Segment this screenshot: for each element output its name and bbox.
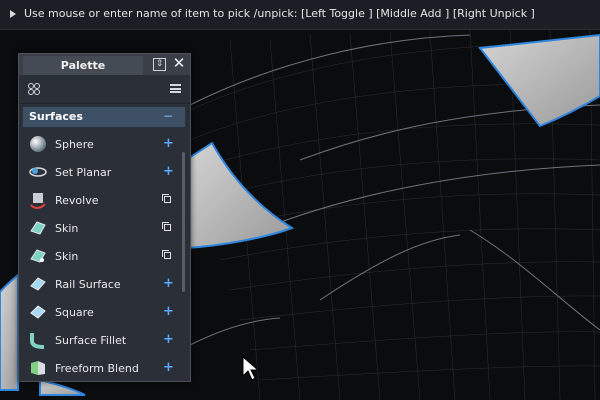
add-icon[interactable]: + [163,360,174,375]
tool-sphere[interactable]: Sphere + [23,131,179,159]
tool-label: Skin [55,250,79,263]
palette-toolbar [19,75,190,104]
picked-surface-hood[interactable] [0,272,19,391]
add-icon[interactable]: + [163,276,174,291]
command-prompt-bar: Use mouse or enter name of item to pick … [0,0,600,30]
tool-label: Revolve [55,194,99,207]
tab-palette[interactable]: Palette [23,56,143,75]
freeform-blend-icon [31,361,45,375]
sphere-icon [30,136,46,152]
tool-label: Set Planar [55,166,112,179]
rail-surface-icon [30,277,46,291]
tool-freeform-blend[interactable]: Freeform Blend + [23,355,179,381]
palette-titlebar[interactable]: Palette ⇕ ✕ [19,54,190,75]
palette-panel: Palette ⇕ ✕ Surfaces − Sphere + Set Plan… [18,53,191,382]
skin-icon [30,249,46,263]
tool-square[interactable]: Square + [23,299,179,327]
picked-surface-fender[interactable] [39,378,86,396]
grid-view-icon[interactable] [28,83,40,95]
add-icon[interactable]: + [163,164,174,179]
tool-skin[interactable]: Skin [23,215,179,243]
menu-icon[interactable] [170,84,181,93]
tool-label: Freeform Blend [55,362,139,375]
prompt-text: Use mouse or enter name of item to pick … [24,7,535,20]
tool-label: Sphere [55,138,94,151]
skin-icon [30,221,46,235]
add-icon[interactable]: + [163,304,174,319]
set-planar-icon [29,167,47,177]
tool-label: Skin [55,222,79,235]
mouse-cursor-icon [242,356,260,381]
section-label: Surfaces [29,110,83,123]
add-icon[interactable]: + [163,332,174,347]
tool-skin-2[interactable]: Skin [23,243,179,271]
play-icon[interactable] [10,10,16,18]
palette-scrollbar[interactable] [182,152,185,292]
tool-rail-surface[interactable]: Rail Surface + [23,271,179,299]
add-icon[interactable]: + [163,136,174,151]
close-icon[interactable]: ✕ [172,55,186,71]
options-icon[interactable] [162,250,171,259]
picked-surface-side-window[interactable] [185,141,295,250]
options-icon[interactable] [162,194,171,203]
section-surfaces[interactable]: Surfaces − [23,107,185,127]
options-icon[interactable] [162,222,171,231]
pin-icon[interactable]: ⇕ [153,58,166,71]
tool-label: Rail Surface [55,278,121,291]
tool-label: Surface Fillet [55,334,127,347]
tool-surface-fillet[interactable]: Surface Fillet + [23,327,179,355]
tool-label: Square [55,306,94,319]
tool-set-planar[interactable]: Set Planar + [23,159,179,187]
square-icon [30,305,46,319]
revolve-icon [30,193,46,209]
surface-fillet-icon [30,333,45,349]
tool-revolve[interactable]: Revolve [23,187,179,215]
collapse-icon[interactable]: − [163,109,173,123]
